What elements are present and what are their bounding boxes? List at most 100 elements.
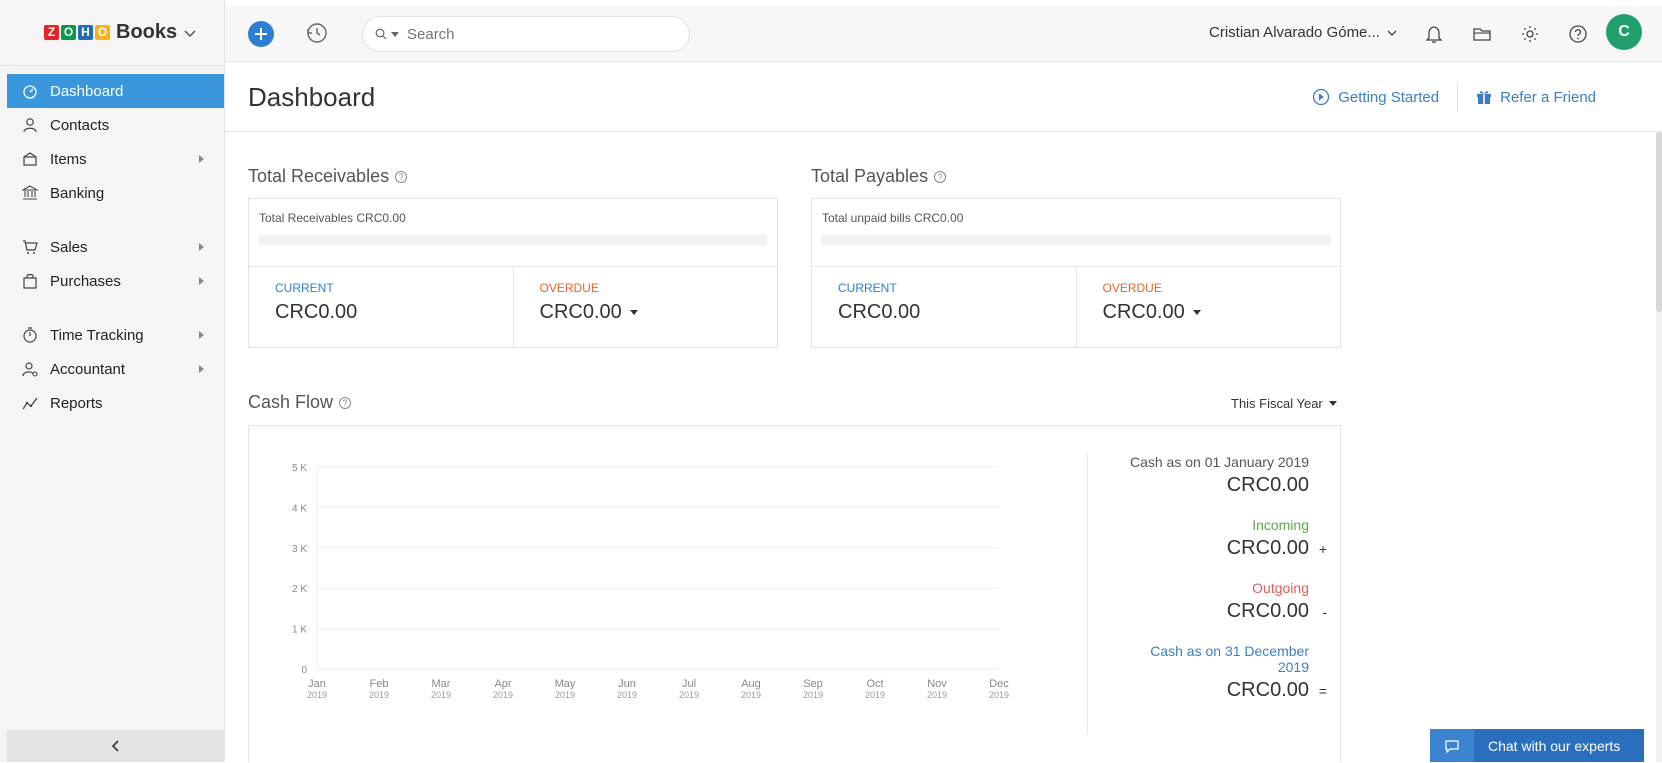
sidebar-item-label: Items (50, 150, 87, 168)
x-tick-year: 2019 (803, 690, 823, 700)
closing-cash-label: Cash as on 31 December 2019 (1088, 643, 1309, 675)
sidebar-item-time-tracking[interactable]: Time Tracking (0, 318, 224, 352)
gift-icon (1477, 91, 1492, 104)
overdue-label: OVERDUE (1102, 281, 1162, 295)
x-tick-month: Dec (989, 678, 1009, 690)
receivables-summary: Total Receivables CRC0.00 (259, 211, 406, 225)
payables-overdue[interactable]: OVERDUE CRC0.00 (1075, 267, 1341, 347)
search-scope-dropdown-icon[interactable] (391, 31, 399, 37)
brand[interactable]: Z O H O Books (0, 0, 224, 66)
current-label: CURRENT (275, 281, 334, 295)
sidebar-nav: Dashboard Contacts Items Banking Sales P… (0, 66, 224, 420)
page-scrollbar[interactable] (1656, 132, 1662, 762)
dashboard-icon (22, 83, 38, 99)
sidebar-item-label: Purchases (50, 272, 121, 290)
help-icon[interactable]: ? (934, 170, 947, 183)
cashflow-chart: 01 K2 K3 K4 K5 KJan2019Feb2019Mar2019Apr… (292, 463, 1009, 700)
caret-down-icon[interactable] (1192, 310, 1201, 315)
x-tick-month: May (555, 678, 576, 690)
current-label: CURRENT (838, 281, 897, 295)
y-tick-label: 5 K (292, 463, 307, 474)
receivables-progress-bar (259, 235, 767, 245)
caret-right-icon (199, 365, 204, 373)
logo-letter: Z (44, 25, 59, 40)
x-tick-month: Jan (308, 678, 326, 690)
x-tick-month: Feb (370, 678, 389, 690)
banking-icon (22, 185, 38, 201)
y-tick-label: 4 K (292, 503, 307, 514)
accountant-icon (22, 361, 38, 377)
closing-cash-label-line1: Cash as on 31 December (1150, 643, 1309, 659)
folder-icon (1473, 28, 1491, 41)
brand-name: Books (116, 21, 178, 43)
sidebar-item-purchases[interactable]: Purchases (0, 264, 224, 298)
period-label: This Fiscal Year (1231, 396, 1323, 411)
getting-started-label: Getting Started (1338, 88, 1440, 106)
sidebar-item-items[interactable]: Items (0, 142, 224, 176)
payables-title-text: Total Payables (811, 166, 929, 186)
cashflow-panel: 01 K2 K3 K4 K5 K Jan 2019 Feb 2019 Mar 2019 Apr… (248, 425, 1341, 762)
x-tick-month: Aug (741, 678, 761, 690)
logo-letter: O (95, 25, 110, 40)
x-tick-year: 2019 (369, 690, 389, 700)
avatar[interactable]: C (1606, 14, 1642, 50)
notifications-button[interactable] (1420, 20, 1448, 48)
chevron-down-icon (1387, 30, 1397, 36)
sidebar-item-reports[interactable]: Reports (0, 386, 224, 420)
payables-summary: Total unpaid bills CRC0.00 (822, 211, 964, 225)
opening-cash-value: CRC0.00 (1226, 474, 1309, 496)
recent-activity-button[interactable] (305, 21, 329, 50)
payables-current[interactable]: CURRENT CRC0.00 (812, 267, 1076, 347)
x-tick-month: Oct (866, 678, 883, 690)
overdue-label: OVERDUE (539, 281, 599, 295)
y-tick-label: 0 (301, 665, 307, 676)
scrollbar-thumb[interactable] (1656, 132, 1662, 312)
x-tick-month: Jun (618, 678, 636, 690)
sidebar-item-accountant[interactable]: Accountant (0, 352, 224, 386)
chevron-down-icon[interactable] (183, 26, 197, 40)
time-tracking-icon (22, 327, 38, 343)
cashflow-title-text: Cash Flow (248, 392, 334, 412)
x-tick-year: 2019 (431, 690, 451, 700)
x-tick-month: Sep (803, 678, 823, 690)
getting-started-link[interactable]: Getting Started (1294, 88, 1457, 106)
sidebar-item-contacts[interactable]: Contacts (0, 108, 224, 142)
sidebar-item-banking[interactable]: Banking (0, 176, 224, 210)
reports-icon (22, 395, 38, 411)
caret-right-icon (199, 155, 204, 163)
search-box[interactable] (362, 16, 690, 52)
logo-letter: H (78, 25, 93, 40)
sidebar-collapse-button[interactable] (7, 730, 225, 762)
help-icon[interactable]: ? (339, 396, 352, 409)
x-tick-year: 2019 (989, 690, 1009, 700)
receivables-overdue[interactable]: OVERDUE CRC0.00 (512, 267, 778, 347)
help-button[interactable] (1564, 20, 1592, 48)
search-input[interactable] (407, 25, 647, 43)
organization-switcher[interactable]: Cristian Alvarado Góme... (1209, 24, 1398, 41)
receivables-card: Total Receivables CRC0.00 CURRENT CRC0.0… (248, 198, 778, 348)
x-tick-year: 2019 (741, 690, 761, 700)
caret-down-icon[interactable] (629, 310, 638, 315)
current-value: CRC0.00 (275, 301, 358, 323)
sidebar-item-sales[interactable]: Sales (0, 230, 224, 264)
receivables-current[interactable]: CURRENT CRC0.00 (249, 267, 513, 347)
history-icon (307, 23, 327, 43)
x-tick-year: 2019 (307, 690, 327, 700)
sidebar-item-label: Time Tracking (50, 326, 144, 344)
x-tick-year: 2019 (555, 690, 575, 700)
help-icon[interactable]: ? (395, 170, 408, 183)
quick-create-button[interactable] (248, 21, 274, 47)
sidebar-item-label: Accountant (50, 360, 126, 378)
overdue-value: CRC0.00 (1102, 301, 1185, 323)
sidebar: Z O H O Books Dashboard Contacts Items B… (0, 0, 225, 762)
documents-button[interactable] (1468, 20, 1496, 48)
period-dropdown[interactable]: This Fiscal Year (1231, 396, 1337, 411)
chat-with-experts-button[interactable]: Chat with our experts (1430, 729, 1644, 762)
sidebar-item-dashboard[interactable]: Dashboard (7, 74, 224, 108)
refer-friend-link[interactable]: Refer a Friend (1458, 89, 1614, 106)
settings-button[interactable] (1516, 20, 1544, 48)
items-icon (22, 151, 38, 167)
sidebar-item-label: Contacts (50, 116, 110, 134)
search-icon (375, 28, 387, 40)
payables-card: Total unpaid bills CRC0.00 CURRENT CRC0.… (811, 198, 1341, 348)
